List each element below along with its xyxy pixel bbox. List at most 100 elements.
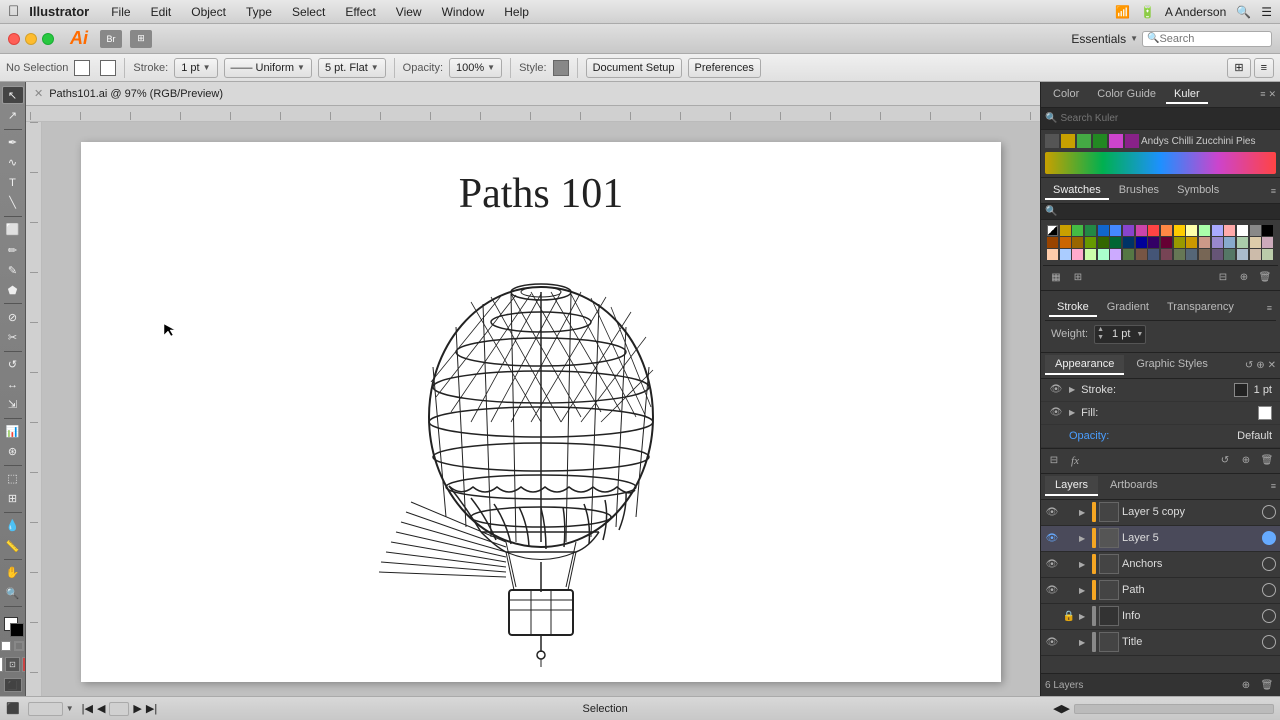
symbol-tool[interactable]: ⊛	[2, 443, 24, 461]
type-tool[interactable]: T	[2, 174, 24, 192]
swatch-black[interactable]	[1262, 225, 1273, 236]
swatch-r16[interactable]	[1237, 237, 1248, 248]
rectangle-tool[interactable]: ⬜	[2, 221, 24, 239]
swatch-s16[interactable]	[1237, 249, 1248, 260]
swatches-menu-icon[interactable]: ≡	[1271, 186, 1276, 196]
delete-swatch-icon[interactable]: 🗑	[1256, 268, 1274, 286]
path-target[interactable]	[1262, 583, 1276, 597]
menu-window[interactable]: Window	[434, 5, 493, 19]
fill-expand-arrow[interactable]: ▶	[1069, 408, 1075, 417]
swatch-s18[interactable]	[1262, 249, 1273, 260]
fill-appear-swatch[interactable]	[1258, 406, 1272, 420]
slice-tool[interactable]: ⊞	[2, 490, 24, 508]
tab-symbols[interactable]: Symbols	[1169, 182, 1227, 200]
zoom-chevron[interactable]: ▼	[66, 704, 74, 713]
menu-object[interactable]: Object	[183, 5, 234, 19]
path-vis[interactable]: 👁	[1045, 583, 1059, 597]
stroke-appear-swatch[interactable]	[1234, 383, 1248, 397]
preferences-button[interactable]: Preferences	[688, 58, 761, 78]
swatch-r1[interactable]	[1047, 237, 1058, 248]
graph-tool[interactable]: 📊	[2, 423, 24, 441]
mask-mode[interactable]: ⊡	[5, 657, 20, 672]
apple-menu[interactable]: 	[8, 3, 19, 20]
scissors-tool[interactable]: ✂	[2, 328, 24, 346]
close-button[interactable]	[8, 33, 20, 45]
swatch-r3[interactable]	[1072, 237, 1083, 248]
info-target[interactable]	[1262, 609, 1276, 623]
swatch-8[interactable]	[1148, 225, 1159, 236]
direct-selection-tool[interactable]: ↗	[2, 106, 24, 124]
show-all-swatches-icon[interactable]: ▦	[1047, 268, 1065, 286]
layer-5-target[interactable]	[1262, 531, 1276, 545]
tab-swatches[interactable]: Swatches	[1045, 182, 1109, 200]
pencil-tool[interactable]: ✎	[2, 261, 24, 279]
pen-tool[interactable]: ✒	[2, 133, 24, 151]
eyedropper-tool[interactable]: 💧	[2, 517, 24, 535]
maximize-button[interactable]	[42, 33, 54, 45]
swatch-s2[interactable]	[1060, 249, 1071, 260]
clear-icon[interactable]: ✕	[1268, 360, 1276, 371]
arrange-button[interactable]: ⊞	[130, 30, 152, 48]
swatch-r13[interactable]	[1199, 237, 1210, 248]
swatch-s17[interactable]	[1250, 249, 1261, 260]
kuler-swatch-2[interactable]	[1061, 134, 1075, 148]
stroke-visibility-eye[interactable]: 👁	[1049, 383, 1063, 397]
next-page-button[interactable]: ▶	[133, 702, 141, 715]
menu-extra-icon[interactable]: ☰	[1261, 5, 1272, 19]
swatch-r15[interactable]	[1224, 237, 1235, 248]
stroke-swatch[interactable]	[100, 60, 116, 76]
tab-layers[interactable]: Layers	[1045, 476, 1098, 496]
swatch-4[interactable]	[1098, 225, 1109, 236]
swatch-r17[interactable]	[1250, 237, 1261, 248]
page-input[interactable]: 1	[109, 702, 129, 716]
swatch-s8[interactable]	[1136, 249, 1147, 260]
swatch-r2[interactable]	[1060, 237, 1071, 248]
swatch-r7[interactable]	[1123, 237, 1134, 248]
stroke-value-input[interactable]: 1 pt ▼	[174, 58, 217, 78]
swatch-3[interactable]	[1085, 225, 1096, 236]
new-color-group-icon[interactable]: ⊟	[1214, 268, 1232, 286]
kuler-search-input[interactable]	[1060, 113, 1276, 124]
swatch-1[interactable]	[1060, 225, 1071, 236]
curvature-tool[interactable]: ∿	[2, 154, 24, 172]
swatch-r6[interactable]	[1110, 237, 1121, 248]
kuler-swatch-6[interactable]	[1125, 134, 1139, 148]
paintbrush-tool[interactable]: ✏	[2, 241, 24, 259]
swatch-s6[interactable]	[1110, 249, 1121, 260]
prev-page-button[interactable]: ◀	[97, 702, 105, 715]
essentials-label[interactable]: Essentials	[1071, 32, 1126, 46]
line-tool[interactable]: ╲	[2, 194, 24, 212]
fill-visibility-eye[interactable]: 👁	[1049, 406, 1063, 420]
title-target[interactable]	[1262, 635, 1276, 649]
last-page-button[interactable]: ▶|	[146, 702, 157, 715]
menu-effect[interactable]: Effect	[337, 5, 383, 19]
stroke-weight-chevron[interactable]: ▼	[1134, 331, 1145, 338]
panel-toggle-button[interactable]: ≡	[1254, 58, 1274, 78]
opacity-input[interactable]: 100% ▼	[449, 58, 502, 78]
blob-brush-tool[interactable]: ⬟	[2, 281, 24, 299]
minimize-button[interactable]	[25, 33, 37, 45]
swatch-r18[interactable]	[1262, 237, 1273, 248]
tab-transparency[interactable]: Transparency	[1159, 299, 1242, 317]
swatch-s11[interactable]	[1174, 249, 1185, 260]
delete-appear-icon[interactable]: 🗑	[1258, 452, 1276, 470]
refresh-appear-icon[interactable]: ↺	[1216, 452, 1234, 470]
tab-close-button[interactable]: ✕	[34, 87, 43, 100]
kuler-swatch-5[interactable]	[1109, 134, 1123, 148]
panel-close-icon[interactable]: ✕	[1268, 89, 1276, 100]
anchors-vis[interactable]: 👁	[1045, 557, 1059, 571]
new-appear-icon[interactable]: ⊕	[1237, 452, 1255, 470]
title-search-box[interactable]: 🔍	[1142, 31, 1272, 47]
menu-select[interactable]: Select	[284, 5, 333, 19]
path-expand[interactable]: ▶	[1079, 586, 1089, 595]
essentials-chevron[interactable]: ▼	[1130, 34, 1138, 43]
rotate-tool[interactable]: ↺	[2, 355, 24, 373]
layers-menu-icon[interactable]: ≡	[1271, 481, 1276, 491]
anchors-lock[interactable]	[1062, 557, 1076, 571]
fx-icon[interactable]: fx	[1066, 452, 1084, 470]
eraser-tool[interactable]: ⊘	[2, 308, 24, 326]
new-swatch-icon[interactable]: ⊕	[1235, 268, 1253, 286]
opacity-appear-label[interactable]: Opacity:	[1069, 430, 1231, 442]
swatch-s10[interactable]	[1161, 249, 1172, 260]
swatch-10[interactable]	[1174, 225, 1185, 236]
